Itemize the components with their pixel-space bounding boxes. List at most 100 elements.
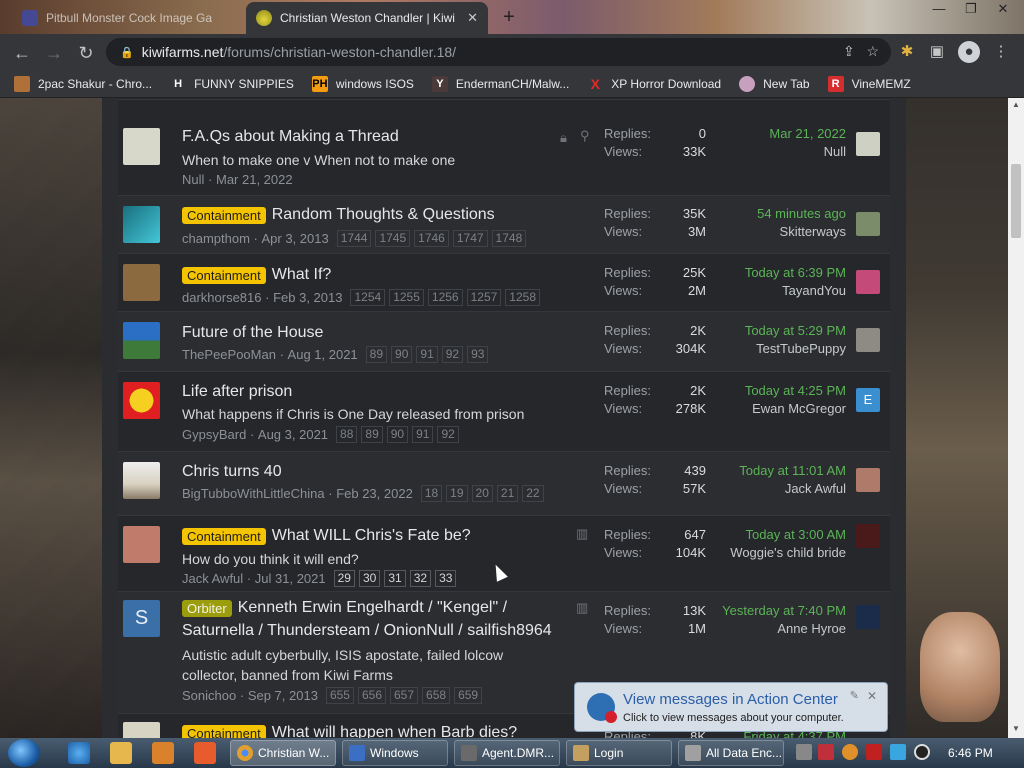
page-link[interactable]: 32 (409, 570, 432, 587)
tray-v-icon[interactable] (818, 744, 834, 760)
last-post-user[interactable]: Woggie's child bride (676, 545, 846, 560)
page-link[interactable]: 656 (357, 687, 386, 704)
thread-author[interactable]: darkhorse816 (182, 290, 262, 305)
page-link[interactable]: 1745 (375, 230, 411, 247)
avatar[interactable] (123, 128, 160, 165)
last-post-user[interactable]: Skitterways (676, 224, 846, 239)
last-post-user[interactable]: Ewan McGregor (676, 401, 846, 416)
thread-date[interactable]: Apr 3, 2013 (262, 231, 329, 246)
page-link[interactable]: 22 (522, 485, 544, 502)
page-link[interactable]: 20 (471, 485, 493, 502)
taskbar-item-login[interactable]: Login (566, 740, 672, 766)
taskbar-item-agent[interactable]: Agent.DMR... (454, 740, 560, 766)
extensions-puzzle-icon[interactable]: ✱ (896, 41, 918, 63)
page-link[interactable]: 33 (435, 570, 457, 587)
scroll-down-icon[interactable]: ▼ (1011, 724, 1021, 733)
back-arrow-icon[interactable]: ← (9, 40, 35, 66)
last-post-user[interactable]: Anne Hyroe (676, 621, 846, 636)
thread-date[interactable]: Mar 21, 2022 (216, 172, 293, 187)
new-tab-button[interactable]: + (498, 6, 520, 28)
thread-title[interactable]: Random Thoughts & Questions (272, 206, 495, 224)
avatar[interactable] (123, 264, 160, 301)
action-center-notification[interactable]: View messages in Action Center Click to … (574, 682, 888, 732)
last-poster-avatar[interactable] (856, 605, 880, 629)
last-poster-avatar[interactable] (856, 212, 880, 236)
last-post-time[interactable]: Today at 3:00 AM (676, 527, 846, 545)
last-poster-avatar[interactable] (856, 132, 880, 156)
page-link[interactable]: 1746 (414, 230, 449, 247)
notification-title[interactable]: View messages in Action Center (623, 691, 838, 708)
thread-title[interactable]: Future of the House (182, 324, 323, 342)
last-post-time[interactable]: 54 minutes ago (676, 206, 846, 224)
prefix-tag[interactable]: Containment (182, 527, 266, 545)
page-link[interactable]: 18 (420, 485, 443, 502)
tray-volume-icon[interactable] (914, 744, 930, 760)
explorer-folder-icon[interactable] (110, 742, 132, 764)
thread-author[interactable]: Sonichoo (182, 688, 236, 703)
prefix-tag[interactable]: Containment (182, 206, 266, 224)
taskbar-item-windows[interactable]: Windows (342, 740, 448, 766)
thread-date[interactable]: Jul 31, 2021 (255, 571, 326, 586)
page-link[interactable]: 1255 (389, 289, 424, 306)
page-link[interactable]: 657 (390, 687, 419, 704)
page-link[interactable]: 30 (358, 570, 381, 587)
page-link[interactable]: 89 (361, 426, 383, 443)
thread-row[interactable]: Containment Random Thoughts & Questions c… (118, 196, 890, 254)
start-button-icon[interactable] (8, 739, 40, 767)
thread-row[interactable]: Chris turns 40 BigTubboWithLittleChina ·… (118, 452, 890, 516)
prefix-tag[interactable]: Containment (182, 266, 266, 284)
page-link[interactable]: 90 (391, 346, 413, 363)
last-poster-avatar[interactable] (856, 524, 880, 548)
thread-row[interactable]: Containment What WILL Chris's Fate be? Ho… (118, 516, 890, 592)
bookmark-windows-isos[interactable]: PH windows ISOS (311, 75, 414, 92)
thread-date[interactable]: Aug 3, 2021 (258, 427, 328, 442)
thread-row[interactable]: Life after prison What happens if Chris … (118, 372, 890, 452)
page-scrollbar[interactable]: ▲ ▼ (1008, 98, 1024, 738)
page-link[interactable]: 89 (365, 346, 388, 363)
page-link[interactable]: 92 (441, 346, 464, 363)
pin-icon[interactable]: ✎ (850, 689, 859, 702)
page-link[interactable]: 1748 (491, 230, 527, 247)
page-link[interactable]: 91 (412, 426, 434, 443)
bookmark-xp-horror[interactable]: X XP Horror Download (587, 76, 722, 92)
last-post-time[interactable]: Yesterday at 7:40 PM (676, 603, 846, 621)
last-post-time[interactable]: Today at 6:39 PM (676, 265, 846, 283)
internet-explorer-icon[interactable] (68, 742, 90, 764)
page-link[interactable]: 1254 (350, 289, 386, 306)
page-link[interactable]: 1747 (452, 230, 488, 247)
thread-author[interactable]: BigTubboWithLittleChina (182, 486, 325, 501)
close-window-button[interactable]: ✕ (988, 0, 1018, 20)
last-post-time[interactable]: Today at 4:25 PM (676, 383, 846, 401)
avatar[interactable] (123, 462, 160, 499)
address-bar[interactable]: 🔒 kiwifarms.net/forums/christian-weston-… (106, 38, 891, 66)
thread-author[interactable]: champthom (182, 231, 250, 246)
tab-inactive[interactable]: Pitbull Monster Cock Image Ga (12, 2, 244, 34)
app-launcher-icon[interactable] (194, 742, 216, 764)
page-link[interactable]: 21 (496, 485, 519, 502)
thread-title[interactable]: Chris turns 40 (182, 463, 282, 481)
close-tab-icon[interactable]: ✕ (467, 10, 478, 26)
last-post-user[interactable]: TayandYou (676, 283, 846, 298)
page-link[interactable]: 19 (446, 485, 468, 502)
minimize-button[interactable]: — (924, 0, 954, 20)
last-post-time[interactable]: Today at 11:01 AM (676, 463, 846, 481)
page-link[interactable]: 90 (386, 426, 409, 443)
last-post-user[interactable]: Jack Awful (676, 481, 846, 496)
taskbar-item-all-data[interactable]: All Data Enc... (678, 740, 784, 766)
avatar[interactable] (123, 722, 160, 738)
taskbar-item-chrome[interactable]: Christian W... (230, 740, 336, 766)
avatar[interactable]: S (123, 600, 160, 637)
avatar[interactable] (123, 382, 160, 419)
page-link[interactable]: 1256 (427, 289, 463, 306)
scroll-thumb[interactable] (1011, 164, 1021, 238)
close-notification-button[interactable]: ✕ (867, 689, 877, 703)
page-link[interactable]: 93 (467, 346, 489, 363)
bookmark-vinememz[interactable]: R VineMEMZ (827, 75, 911, 92)
reload-icon[interactable]: ↻ (73, 40, 99, 66)
tray-flag-icon[interactable] (866, 744, 882, 760)
tab-active[interactable]: Christian Weston Chandler | Kiwi ✕ (246, 2, 488, 34)
taskbar-clock[interactable]: 6:46 PM (948, 746, 993, 760)
page-link[interactable]: 1744 (336, 230, 372, 247)
page-link[interactable]: 655 (325, 687, 354, 704)
thread-date[interactable]: Feb 3, 2013 (273, 290, 342, 305)
